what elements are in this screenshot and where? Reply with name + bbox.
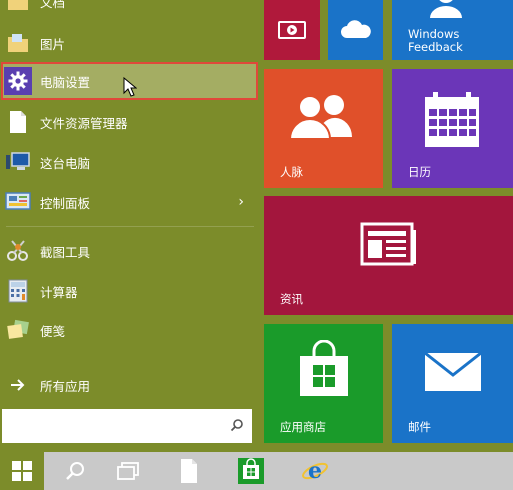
menu-item-label: 电脑设置	[40, 74, 91, 90]
store-bag-icon	[296, 339, 352, 402]
arrow-right-icon	[4, 371, 32, 399]
menu-item-pc-settings[interactable]: 电脑设置	[1, 62, 258, 101]
search-input[interactable]	[2, 409, 252, 443]
gear-icon	[4, 67, 32, 95]
search-icon[interactable]	[230, 417, 244, 432]
search-icon[interactable]	[52, 452, 98, 490]
start-menu: 文档 图片 电脑设置 文件资源管理器 这台电脑 控制面板 › 截图工具 计算器 …	[0, 0, 513, 452]
task-view-icon[interactable]	[106, 452, 152, 490]
menu-item-all-apps[interactable]: 所有应用	[0, 366, 262, 404]
tile-news[interactable]: 资讯	[264, 196, 513, 315]
this-pc-icon	[4, 148, 32, 176]
video-icon	[264, 0, 320, 60]
menu-item-pictures[interactable]: 图片	[0, 24, 262, 62]
chevron-right-icon: ›	[238, 194, 244, 210]
tile-onedrive[interactable]	[328, 0, 383, 60]
menu-item-label: 图片	[40, 36, 66, 52]
menu-item-snipping-tool[interactable]: 截图工具	[0, 232, 262, 270]
internet-explorer-icon[interactable]: e	[292, 452, 338, 490]
tile-store[interactable]: 应用商店	[264, 324, 383, 443]
menu-item-sticky-notes[interactable]: 便笺	[0, 311, 262, 349]
file-explorer-icon	[4, 108, 32, 136]
pictures-folder-icon	[4, 29, 32, 57]
menu-item-label: 计算器	[40, 284, 78, 300]
tile-windows-feedback[interactable]: Windows Feedback	[392, 0, 513, 60]
menu-item-label: 文件资源管理器	[40, 115, 128, 131]
menu-item-label: 控制面板	[40, 195, 91, 211]
people-icon	[288, 93, 358, 145]
tile-name: 日历	[408, 165, 431, 179]
tile-name: 资讯	[280, 292, 303, 306]
menu-separator	[6, 226, 254, 227]
menu-item-calculator[interactable]: 计算器	[0, 272, 262, 310]
start-menu-list: 文档 图片 电脑设置 文件资源管理器 这台电脑 控制面板 › 截图工具 计算器 …	[0, 0, 262, 452]
tile-name: 应用商店	[280, 420, 326, 434]
tile-people[interactable]: 人脉	[264, 69, 383, 188]
windows-start-icon[interactable]	[0, 452, 44, 490]
mouse-cursor-icon	[123, 76, 138, 101]
mail-icon	[424, 351, 482, 396]
menu-item-this-pc[interactable]: 这台电脑	[0, 143, 262, 181]
menu-item-file-explorer[interactable]: 文件资源管理器	[0, 103, 262, 141]
documents-folder-icon	[4, 0, 32, 15]
tile-calendar[interactable]: 日历	[392, 69, 513, 188]
menu-item-label: 这台电脑	[40, 155, 91, 171]
tile-video[interactable]	[264, 0, 320, 60]
feedback-person-icon	[426, 0, 466, 22]
calculator-icon	[4, 277, 32, 305]
menu-item-label: 文档	[40, 0, 66, 10]
store-icon[interactable]	[228, 452, 274, 490]
taskbar: e	[0, 452, 513, 490]
snipping-tool-icon	[4, 237, 32, 265]
document-icon[interactable]	[166, 452, 212, 490]
calendar-icon	[423, 91, 481, 153]
tile-name: 人脉	[280, 165, 303, 179]
menu-item-label: 便笺	[40, 323, 66, 339]
menu-item-control-panel[interactable]: 控制面板 ›	[0, 183, 262, 221]
news-icon	[360, 222, 418, 272]
menu-item-label: 所有应用	[40, 378, 91, 394]
tile-name: 邮件	[408, 420, 431, 434]
menu-item-documents[interactable]: 文档	[0, 0, 262, 20]
sticky-notes-icon	[4, 316, 32, 344]
tile-name: Windows Feedback	[408, 27, 463, 54]
svg-text:e: e	[308, 458, 322, 484]
menu-item-label: 截图工具	[40, 244, 91, 260]
cloud-icon	[328, 0, 383, 60]
control-panel-icon	[4, 188, 32, 216]
tile-mail[interactable]: 邮件	[392, 324, 513, 443]
